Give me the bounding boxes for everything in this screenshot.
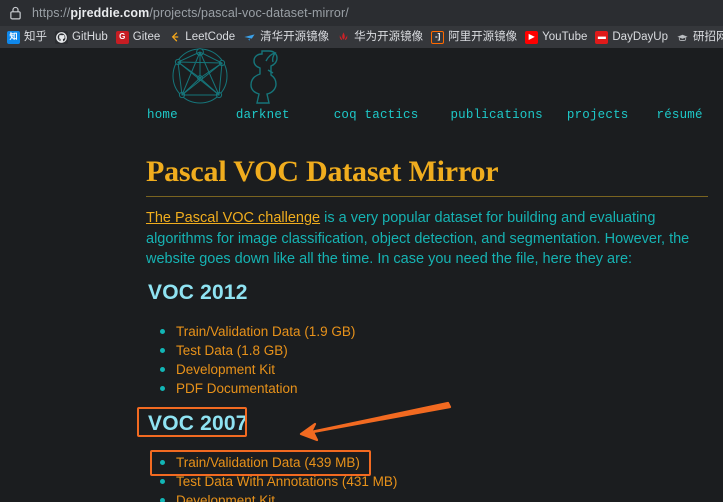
list-item[interactable]: PDF Documentation <box>160 379 580 398</box>
download-link-test-annotations-2007[interactable]: Test Data With Annotations (431 MB) <box>176 472 397 491</box>
section-heading-voc-2007: VOC 2007 <box>148 412 248 435</box>
list-item[interactable]: Development Kit <box>160 491 580 502</box>
darknet-graph-icon <box>172 48 228 104</box>
bookmark-leetcode[interactable]: LeetCode <box>165 27 240 47</box>
bookmark-gitee[interactable]: G Gitee <box>113 27 166 47</box>
bullet-icon <box>160 329 165 334</box>
bookmark-huawei-mirror[interactable]: 华为开源镜像 <box>334 27 428 47</box>
nav-item-publications[interactable]: publications <box>450 108 542 122</box>
bookmark-label: 阿里开源镜像 <box>448 30 518 43</box>
browser-chrome: https://pjreddie.com/projects/pascal-voc… <box>0 0 723 48</box>
bookmark-youtube[interactable]: ▶ YouTube <box>522 27 592 47</box>
bookmark-label: 研招网 <box>692 30 723 43</box>
section-heading-voc-2012: VOC 2012 <box>148 281 248 304</box>
list-item[interactable]: Train/Validation Data (439 MB) <box>160 453 580 472</box>
download-link-train-val-2012[interactable]: Train/Validation Data (1.9 GB) <box>176 322 355 341</box>
url-host: pjreddie.com <box>70 6 150 20</box>
list-item[interactable]: Train/Validation Data (1.9 GB) <box>160 322 580 341</box>
nav-item-home[interactable]: home <box>147 108 178 122</box>
download-link-devkit-2012[interactable]: Development Kit <box>176 360 275 379</box>
nav-item-resume[interactable]: résumé <box>657 108 703 122</box>
tsinghua-mirror-icon <box>243 31 256 44</box>
daydayup-icon: ▬ <box>595 30 609 44</box>
list-item[interactable]: Test Data With Annotations (431 MB) <box>160 472 580 491</box>
download-list-voc-2007: Train/Validation Data (439 MB) Test Data… <box>160 453 580 502</box>
bookmark-label: LeetCode <box>185 30 236 43</box>
youtube-icon: ▶ <box>525 30 539 44</box>
bookmark-label: 知乎 <box>24 30 47 43</box>
bullet-icon <box>160 498 165 502</box>
github-icon <box>55 30 68 44</box>
page-content: home darknet coq tactics publications pr… <box>0 48 723 502</box>
bullet-icon <box>160 479 165 484</box>
bookmark-label: DayDayUp <box>612 30 668 43</box>
bookmark-label: YouTube <box>542 30 588 43</box>
site-navigation[interactable]: home darknet coq tactics publications pr… <box>147 108 703 122</box>
bookmark-tsinghua-mirror[interactable]: 清华开源镜像 <box>240 27 334 47</box>
bullet-icon <box>160 367 165 372</box>
download-link-pdf-2012[interactable]: PDF Documentation <box>176 379 298 398</box>
annotation-arrow-icon <box>299 401 452 442</box>
zhihu-icon: 知 <box>7 30 20 44</box>
url-text: https://pjreddie.com/projects/pascal-voc… <box>32 6 349 20</box>
url-path: /projects/pascal-voc-dataset-mirror/ <box>149 6 349 20</box>
nav-item-coq-tactics[interactable]: coq tactics <box>334 108 419 122</box>
intro-paragraph: The Pascal VOC challenge is a very popul… <box>146 208 708 270</box>
coq-rooster-icon <box>250 50 278 104</box>
bookmark-label: 华为开源镜像 <box>354 30 424 43</box>
title-divider <box>146 196 708 197</box>
download-link-devkit-2007[interactable]: Development Kit <box>176 491 275 502</box>
huawei-mirror-icon <box>337 31 350 44</box>
lock-icon[interactable] <box>9 6 22 20</box>
download-link-test-2012[interactable]: Test Data (1.8 GB) <box>176 341 288 360</box>
list-item[interactable]: Test Data (1.8 GB) <box>160 341 580 360</box>
bookmark-zhihu[interactable]: 知 知乎 <box>4 27 52 47</box>
bookmark-label: Gitee <box>132 30 161 43</box>
download-link-train-val-2007[interactable]: Train/Validation Data (439 MB) <box>176 453 360 472</box>
nav-decoration <box>172 48 278 104</box>
bullet-icon <box>160 348 165 353</box>
address-bar[interactable]: https://pjreddie.com/projects/pascal-voc… <box>0 0 723 26</box>
bookmark-yanzhao[interactable]: 研招网 <box>673 27 723 47</box>
pascal-voc-challenge-link[interactable]: The Pascal VOC challenge <box>146 210 320 226</box>
page-title: Pascal VOC Dataset Mirror <box>146 155 499 188</box>
bookmark-label: GitHub <box>72 30 108 43</box>
bookmark-github[interactable]: GitHub <box>52 27 113 47</box>
yanzhao-icon <box>676 31 689 44</box>
download-list-voc-2012: Train/Validation Data (1.9 GB) Test Data… <box>160 322 580 398</box>
bookmark-daydayup[interactable]: ▬ DayDayUp <box>592 27 673 47</box>
gitee-icon: G <box>115 30 129 44</box>
bookmark-label: 清华开源镜像 <box>260 30 330 43</box>
nav-item-darknet[interactable]: darknet <box>236 108 290 122</box>
bookmark-aliyun-mirror[interactable]: -] 阿里开源镜像 <box>428 27 522 47</box>
url-scheme: https:// <box>32 6 71 20</box>
aliyun-mirror-icon: -] <box>431 30 445 44</box>
bullet-icon <box>160 460 165 465</box>
list-item[interactable]: Development Kit <box>160 360 580 379</box>
leetcode-icon <box>168 31 181 44</box>
nav-item-projects[interactable]: projects <box>567 108 629 122</box>
bullet-icon <box>160 386 165 391</box>
bookmarks-bar[interactable]: 知 知乎 GitHub G Gitee LeetCode 清华开源镜像 华为开源… <box>0 26 723 48</box>
